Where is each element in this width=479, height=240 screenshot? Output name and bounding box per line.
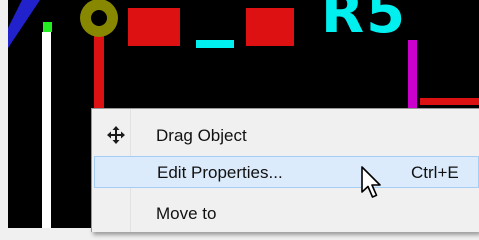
menu-item-label: Drag Object [156, 126, 247, 145]
menu-item-edit-properties[interactable]: Edit Properties... Ctrl+E [94, 156, 479, 188]
menu-item-label: Edit Properties... [157, 163, 283, 182]
context-menu: Drag Object Edit Properties... Ctrl+E Mo… [91, 108, 479, 232]
mouse-pointer-icon [361, 166, 381, 198]
silk-dash [196, 40, 234, 48]
menu-item-drag-object[interactable]: Drag Object [94, 119, 479, 151]
menu-item-move-to[interactable]: Move to [94, 197, 479, 229]
smd-pad-left [128, 8, 154, 46]
magenta-track [408, 40, 417, 110]
green-marker [43, 22, 52, 32]
via-hole [91, 10, 107, 26]
smd-pad-left-2 [154, 8, 180, 46]
board-edge-blue [8, 0, 40, 48]
red-track-horizontal [420, 98, 479, 105]
menu-item-label: Move to [156, 204, 217, 223]
reference-designator: R5 [321, 0, 408, 46]
white-track [42, 32, 51, 228]
menu-item-shortcut: Ctrl+E [411, 163, 459, 182]
smd-pad-right [246, 8, 294, 46]
move-arrows-icon [107, 126, 125, 144]
